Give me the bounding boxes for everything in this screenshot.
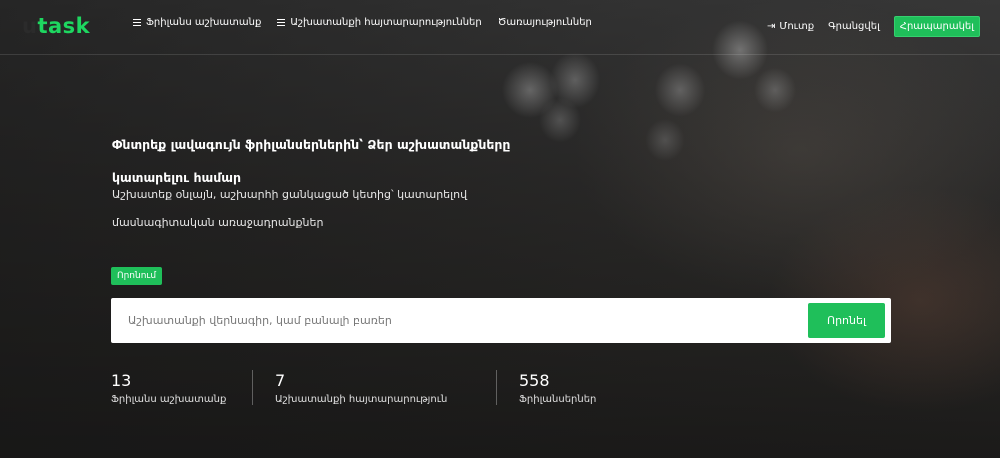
- search-tag: Որոնում: [111, 267, 163, 285]
- stat-freelancers: 558 Ֆրիլանսերներ: [519, 370, 629, 405]
- stat-label: Աշխատանքի հայտարարություն: [275, 394, 448, 405]
- stat-freelance-jobs: 13 Ֆրիլանս աշխատանք: [111, 370, 253, 405]
- stats: 13 Ֆրիլանս աշխատանք 7 Աշխատանքի հայտարար…: [111, 370, 651, 405]
- nav-item-services[interactable]: Ծառայություններ: [498, 17, 592, 28]
- stat-job-announcements: 7 Աշխատանքի հայտարարություն: [275, 370, 497, 405]
- stat-value: 13: [111, 371, 132, 390]
- nav-item-label: Աշխատանքի հայտարարություններ: [290, 17, 482, 28]
- auth-nav: ⇥ Մուտք Գրանցվել Հրապարակել: [767, 16, 980, 37]
- search-button[interactable]: Որոնել: [808, 303, 885, 338]
- register-link[interactable]: Գրանցվել: [828, 21, 880, 32]
- login-link[interactable]: ⇥ Մուտք: [767, 21, 814, 32]
- stat-value: 558: [519, 371, 550, 390]
- publish-button[interactable]: Հրապարակել: [893, 16, 980, 37]
- login-icon: ⇥: [767, 21, 776, 32]
- stat-label: Ֆրիլանսերներ: [519, 394, 597, 405]
- stat-label: Ֆրիլանս աշխատանք: [111, 394, 227, 405]
- login-label: Մուտք: [779, 21, 815, 32]
- list-icon: [277, 19, 286, 26]
- register-label: Գրանցվել: [828, 21, 880, 32]
- hero-subtitle: Աշխատեք օնլայն, աշխարհի ցանկացած կետից՝ …: [112, 188, 468, 229]
- list-icon: [133, 19, 141, 26]
- logo-text: task: [37, 14, 91, 38]
- main-nav: Ֆրիլանս աշխատանք Աշխատանքի հայտարարությո…: [133, 17, 592, 28]
- logo-prefix: u: [22, 14, 38, 38]
- nav-item-label: Ծառայություններ: [497, 17, 592, 28]
- search-bar: Որոնել: [111, 298, 891, 343]
- stat-value: 7: [275, 371, 286, 390]
- search-input[interactable]: [111, 298, 808, 343]
- logo[interactable]: utask: [22, 14, 90, 38]
- navbar: utask Ֆրիլանս աշխատանք Աշխատանքի հայտարա…: [0, 0, 1000, 55]
- nav-item-label: Ֆրիլանս աշխատանք: [146, 17, 262, 28]
- nav-item-job-announcements[interactable]: Աշխատանքի հայտարարություններ: [277, 17, 482, 28]
- nav-item-freelance-jobs[interactable]: Ֆրիլանս աշխատանք: [133, 17, 261, 28]
